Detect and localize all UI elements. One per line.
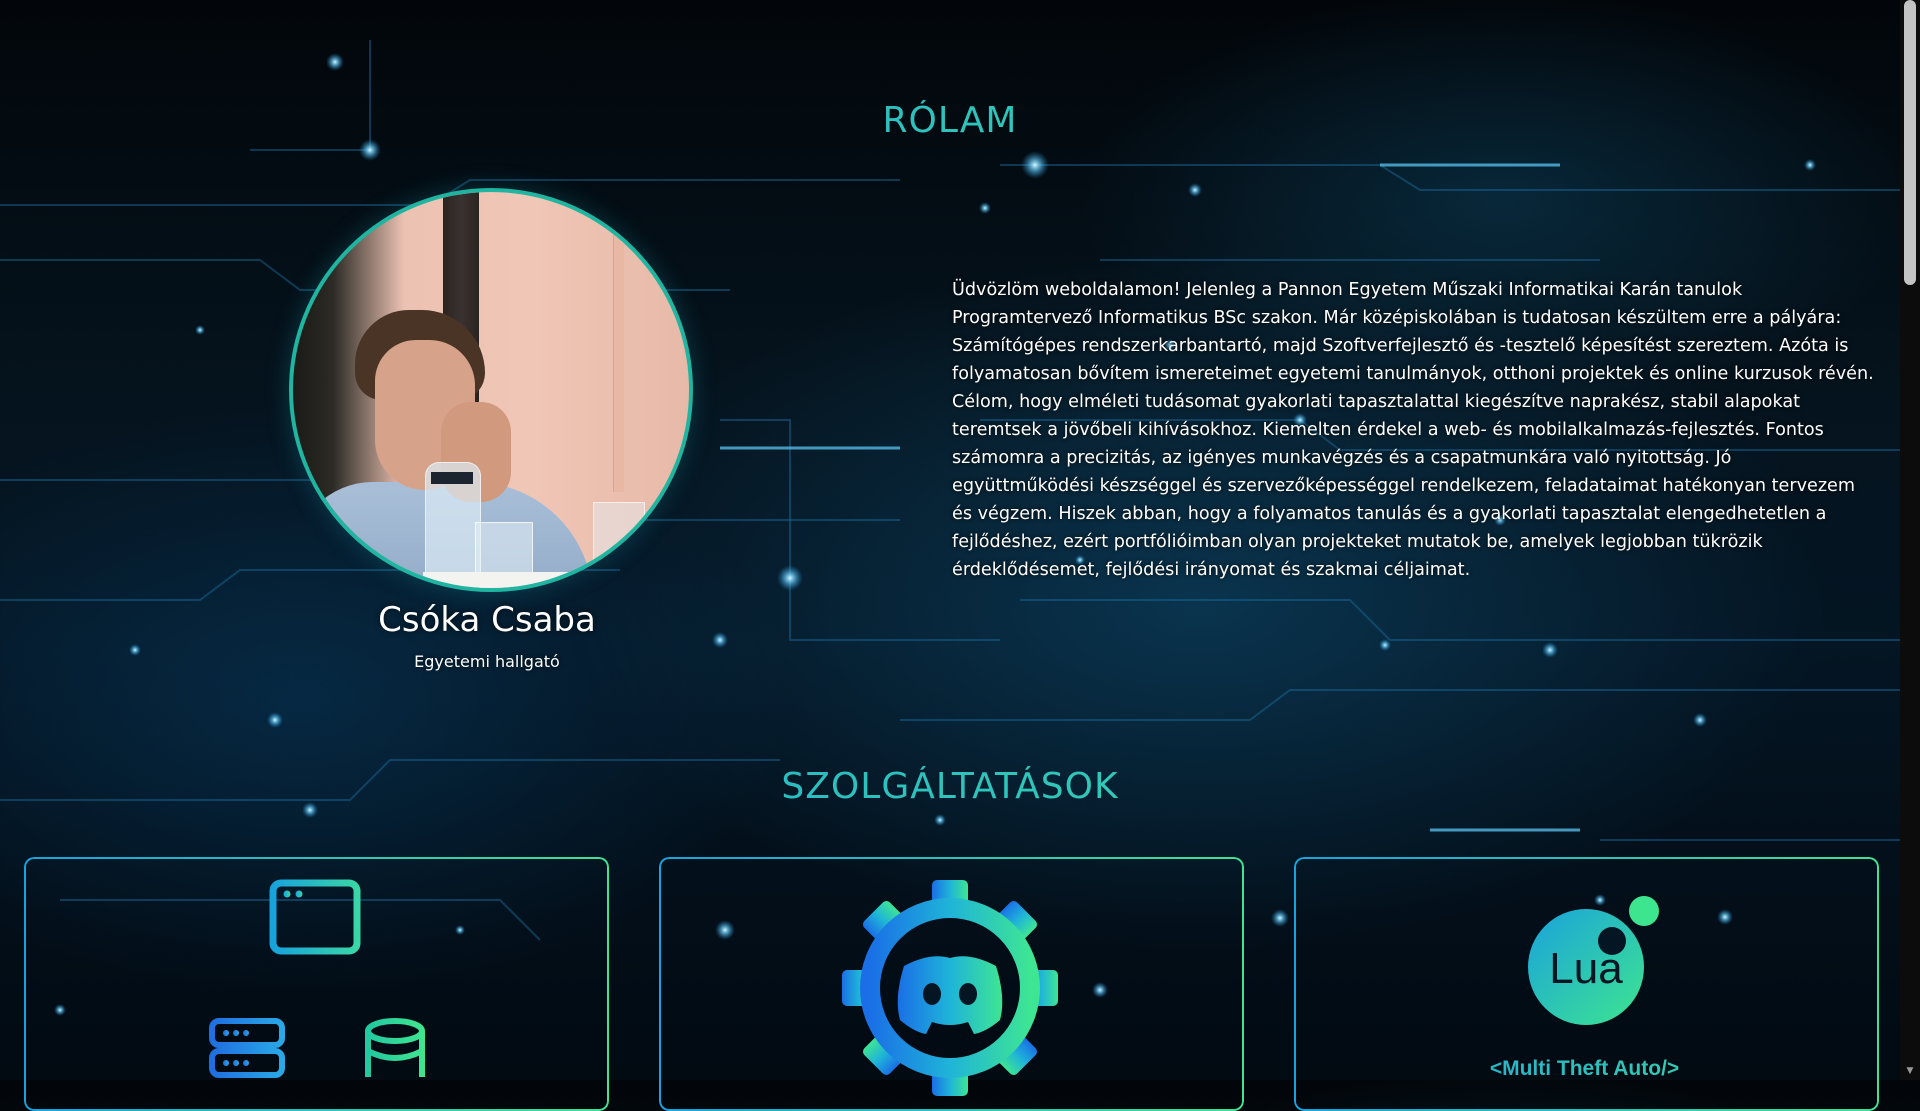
discord-gear-icon <box>842 880 1058 1096</box>
scrollbar[interactable]: ▲ ▼ <box>1900 0 1920 1080</box>
profile-avatar <box>289 188 693 592</box>
database-icon <box>365 1018 425 1077</box>
mta-label: <Multi Theft Auto/> <box>1294 1057 1875 1081</box>
about-text: Üdvözlöm weboldalamon! Jelenleg a Pannon… <box>952 280 1874 580</box>
scroll-down-arrow-icon[interactable]: ▼ <box>1905 1066 1915 1076</box>
about-section-title: RÓLAM <box>0 100 1900 141</box>
service-card-web-content <box>24 857 605 1087</box>
service-card-discord-content <box>659 857 1240 1096</box>
profile-role: Egyetemi hallgató <box>414 652 560 671</box>
scrollbar-thumb[interactable] <box>1904 0 1916 285</box>
browser-window-icon <box>269 879 361 955</box>
service-card-lua-content: Lua <Multi Theft Auto/> <box>1294 857 1875 1087</box>
profile-name: Csóka Csaba <box>378 600 596 640</box>
lua-logo-icon: Lua <box>1528 896 1659 1025</box>
server-icon <box>209 1018 285 1078</box>
services-section-title: SZOLGÁLTATÁSOK <box>0 766 1900 807</box>
lua-logo-text: Lua <box>1549 944 1623 993</box>
